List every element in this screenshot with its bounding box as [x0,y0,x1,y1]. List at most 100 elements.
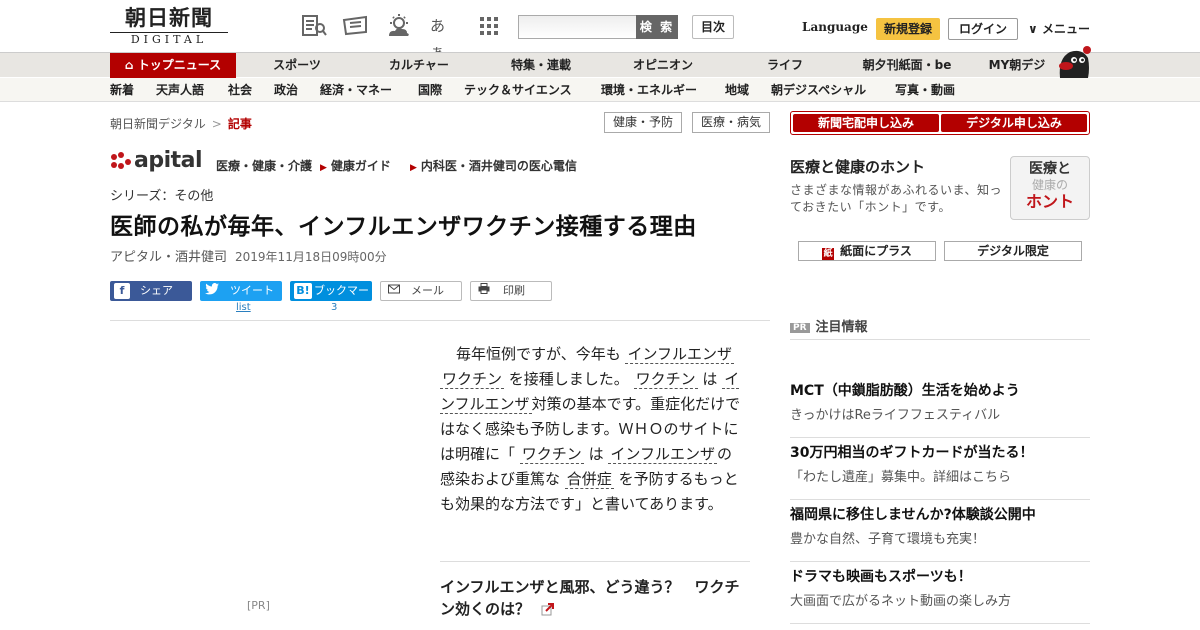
nav-paper-be[interactable]: 朝夕刊紙面・be [852,53,962,78]
search-button[interactable]: 検 索 [636,15,678,39]
pr-item-title: ドラマも映画もスポーツも！ [790,569,972,585]
keyword-link[interactable]: 合併症 [564,470,614,489]
home-icon: ⌂ [124,58,134,72]
triangle-right-icon: ▶ [320,163,327,173]
nav-top-news[interactable]: ⌂ トップニュース [110,53,236,78]
nav-my-asadigi[interactable]: MY朝デジ [982,53,1052,78]
nav-culture[interactable]: カルチャー [372,53,466,78]
subscribe-paper-button[interactable]: 新聞宅配申し込み [793,114,939,132]
breadcrumb-separator: > [211,117,222,131]
apps-grid-icon[interactable] [476,13,504,39]
honto-description: さまざまな情報があふれるいま、知っておきたい「ホント」です。 [790,183,1003,214]
divider [110,320,770,321]
logo-title: 朝日新聞 [125,5,213,30]
login-button[interactable]: ログイン [948,18,1018,40]
article-series[interactable]: シリーズ：その他 [110,185,213,204]
language-link[interactable]: Language [802,20,868,34]
pr-item[interactable]: MCT（中鎖脂肪酸）生活を始めよう きっかけはReライフフェスティバル [790,380,1090,438]
honto-badge[interactable]: 医療と 健康の ホント [1010,156,1090,220]
subnav-tech-science[interactable]: テック＆サイエンス [464,78,572,102]
apital-logo[interactable]: apital [134,148,203,173]
nav-life[interactable]: ライフ [748,53,822,78]
weather-icon[interactable] [385,13,413,39]
signup-button[interactable]: 新規登録 [876,18,940,40]
body-text: 毎年恒例ですが、今年も [456,345,621,363]
search-input[interactable] [518,15,638,39]
nav-features[interactable]: 特集・連載 [496,53,586,78]
plus-paper-button[interactable]: 紙紙面にプラス [798,241,936,261]
plus-paper-label: 紙面にプラス [840,244,912,258]
newspaper-icon[interactable] [342,13,370,39]
subnav-photo-video[interactable]: 写真・動画 [895,78,955,102]
menu-label: メニュー [1041,22,1090,36]
news-list-icon[interactable] [300,13,328,39]
pr-item-sub: 大画面で広がるネット動画の楽しみ方 [790,594,1012,609]
hatena-icon: B! [294,283,312,299]
keyword-link[interactable]: ワクチン [440,370,505,389]
subnav-latest[interactable]: 新着 [110,78,134,102]
pr-badge: PR [790,323,810,333]
facebook-share-button[interactable]: f シェア [110,281,192,301]
tag-health-prevention[interactable]: 健康・予防 [604,112,682,133]
nav-top-news-label: トップニュース [137,58,222,72]
honto-title[interactable]: 医療と健康のホント [790,156,925,177]
article-title: 医師の私が毎年、インフルエンザワクチン接種する理由 [110,214,697,240]
subnav-economy[interactable]: 経済・マネー [320,78,392,102]
logo-subtitle: DIGITAL [110,32,228,47]
site-logo[interactable]: 朝日新聞 DIGITAL [110,6,228,48]
subnav-international[interactable]: 国際 [418,78,442,102]
mail-share-label: メール [411,284,444,297]
related-article-link[interactable]: インフルエンザと風邪、どう違う？ ワクチン効くのは？ [440,576,750,620]
subnav-politics[interactable]: 政治 [274,78,298,102]
article-body: 毎年恒例ですが、今年も インフルエンザ ワクチン を接種しました。 ワクチン は… [440,342,746,517]
breadcrumb: 朝日新聞デジタル > 記事 [110,115,252,132]
breadcrumb-root[interactable]: 朝日新聞デジタル [110,117,206,131]
body-text: は [588,445,604,463]
mascot-icon[interactable] [1054,44,1092,78]
keyword-link[interactable]: ワクチン [519,445,584,464]
subnav-tenseijingo[interactable]: 天声人語 [156,78,204,102]
pr-item[interactable]: 福岡県に移住しませんか?体験談公開中 豊かな自然、子育て環境も充実！ [790,504,1090,562]
pr-item-title: MCT（中鎖脂肪酸）生活を始めよう [790,383,1020,399]
body-text: を接種しました。 [508,370,629,388]
apital-link-column[interactable]: ▶ 内科医・酒井健司の医心電信 [410,157,577,174]
subscribe-digital-button[interactable]: デジタル申し込み [941,114,1087,132]
subnav-special[interactable]: 朝デジスペシャル [771,78,866,102]
print-button[interactable]: 印刷 [470,281,552,301]
facebook-icon: f [114,283,130,299]
subnav-region[interactable]: 地域 [725,78,749,102]
hatena-bookmark-button[interactable]: B! ブックマーク [290,281,372,317]
article-author: アピタル・酒井健司 [110,250,228,265]
mail-share-button[interactable]: メール [380,281,462,301]
keyword-link[interactable]: インフルエンザ [625,345,735,364]
paper-plus-icon: 紙 [822,248,835,260]
toc-button[interactable]: 目次 [692,15,734,39]
pr-item[interactable]: 30万円相当のギフトカードが当たる！ 「わたし遺産」募集中。詳細はこちら [790,442,1090,500]
apital-link-label: 内科医・酒井健司の医心電信 [420,159,577,173]
twitter-count[interactable]: list [236,302,251,313]
nav-sports[interactable]: スポーツ [252,53,342,78]
nav-opinion[interactable]: オピニオン [618,53,708,78]
apital-link-label: 健康ガイド [330,159,391,173]
keyword-link[interactable]: インフルエンザ [608,445,717,464]
pr-item[interactable]: ドラマも映画もスポーツも！ 大画面で広がるネット動画の楽しみ方 [790,566,1090,624]
menu-button[interactable]: ∨ メニュー [1028,20,1090,37]
apital-logo-icon [110,152,132,170]
body-text: は [702,370,718,388]
text-size-icon[interactable]: あぁ [430,13,458,61]
facebook-share-label: シェア [140,284,173,297]
article-date: 2019年11月18日09時00分 [235,250,387,264]
honto-badge-line3: ホント [1025,192,1074,211]
subnav-society[interactable]: 社会 [228,78,252,102]
article-byline: アピタル・酒井健司 2019年11月18日09時00分 [110,246,387,265]
subnav-environment[interactable]: 環境・エネルギー [601,78,697,102]
pr-item-sub: 「わたし遺産」募集中。詳細はこちら [790,470,1012,485]
plus-digital-button[interactable]: デジタル限定 [944,241,1082,261]
apital-category: 医療・健康・介護 [216,159,313,173]
apital-link-health-guide[interactable]: ▶ 健康ガイド [320,157,391,174]
divider [440,561,750,562]
pr-heading: PR 注目情報 [790,316,1090,340]
keyword-link[interactable]: ワクチン [633,370,698,389]
twitter-tweet-button[interactable]: ツイート [200,281,282,301]
tag-medical-disease[interactable]: 医療・病気 [692,112,770,133]
